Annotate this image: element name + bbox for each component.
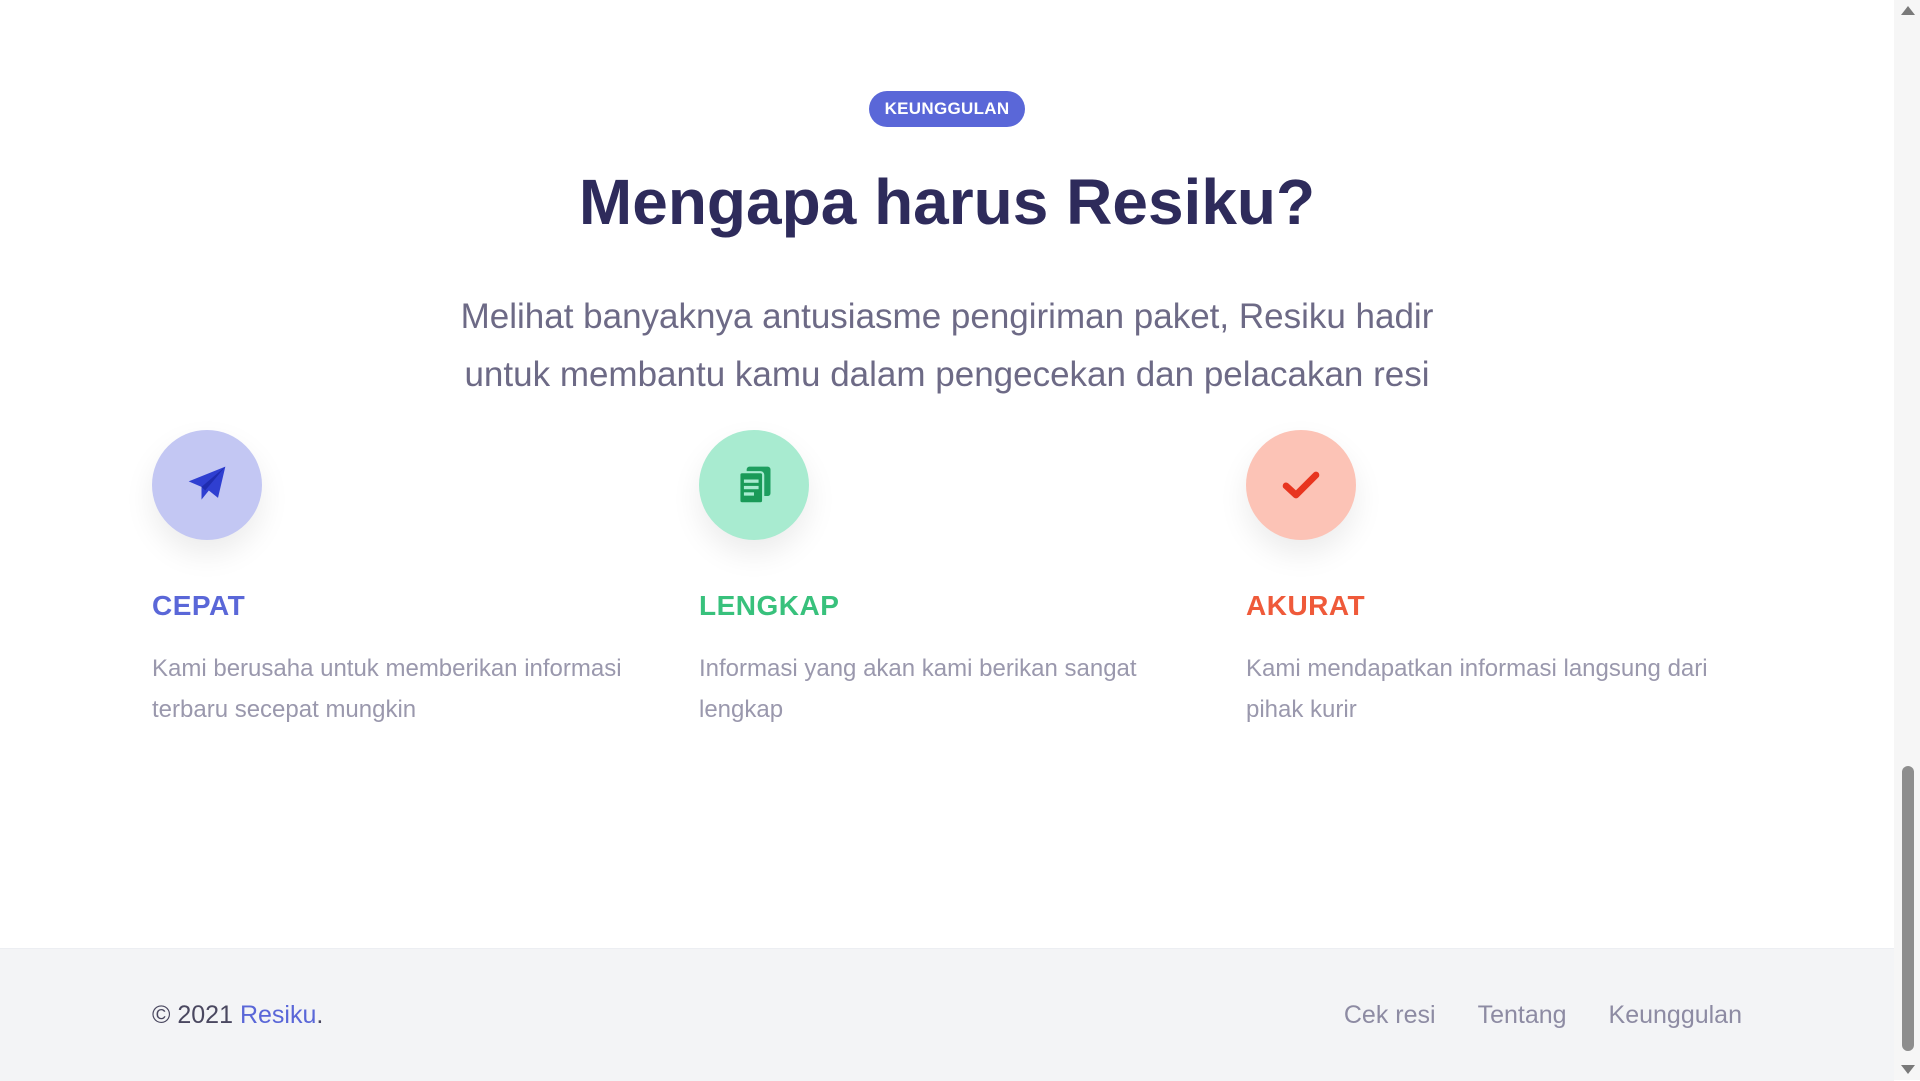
footer-link-cek-resi[interactable]: Cek resi [1344, 1001, 1436, 1030]
feature-title: AKURAT [1246, 590, 1366, 621]
copyright-suffix: . [316, 1001, 324, 1029]
section-subtitle: Melihat banyaknya antusiasme pengiriman … [460, 297, 1434, 394]
copyright-year: © 2021 [152, 1001, 233, 1029]
paper-plane-icon [152, 430, 262, 540]
scroll-up-arrow-icon[interactable] [1901, 6, 1915, 15]
section-title: Mengapa harus Resiku? [578, 166, 1316, 238]
feature-title: LENGKAP [699, 590, 840, 621]
footer-nav: Cek resi Tentang Keunggulan [1344, 1001, 1742, 1030]
feature-description: Kami berusaha untuk memberikan informasi… [152, 655, 622, 723]
copyright: © 2021 Resiku. [152, 1001, 323, 1030]
section-badge: KEUNGGULAN [869, 91, 1025, 127]
feature-cepat: CEPAT Kami berusaha untuk memberikan inf… [152, 430, 652, 730]
page: KEUNGGULAN Mengapa harus Resiku? Melihat… [0, 0, 1894, 1081]
footer-link-keunggulan[interactable]: Keunggulan [1609, 1001, 1742, 1030]
scrollbar-thumb[interactable] [1902, 766, 1914, 1051]
footer-link-tentang[interactable]: Tentang [1478, 1001, 1567, 1030]
document-icon [699, 430, 809, 540]
vertical-scrollbar[interactable] [1894, 0, 1920, 1080]
brand-link[interactable]: Resiku [240, 1001, 316, 1029]
feature-description: Kami mendapatkan informasi langsung dari… [1246, 655, 1708, 723]
feature-description: Informasi yang akan kami berikan sangat … [699, 655, 1137, 723]
scroll-down-arrow-icon[interactable] [1901, 1065, 1915, 1074]
feature-akurat: AKURAT Kami mendapatkan informasi langsu… [1246, 430, 1746, 730]
check-icon [1246, 430, 1356, 540]
feature-title: CEPAT [152, 590, 246, 621]
feature-lengkap: LENGKAP Informasi yang akan kami berikan… [699, 430, 1199, 730]
footer: © 2021 Resiku. Cek resi Tentang Keunggul… [0, 948, 1894, 1081]
